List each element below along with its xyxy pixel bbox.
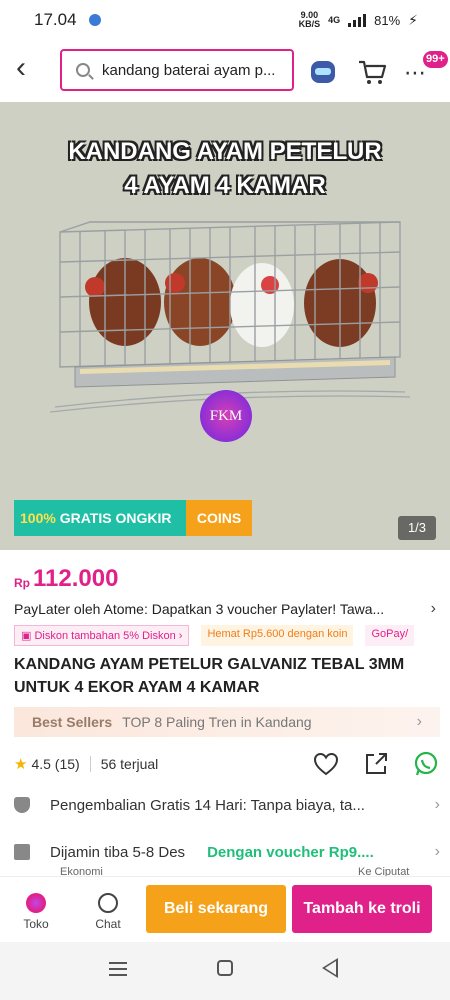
top-header: ‹ kandang baterai ayam p... ⋯ 99+	[0, 40, 450, 102]
status-bar: 17.04 9.00 KB/S 4G 81% ⚡	[0, 0, 450, 40]
store-button[interactable]: Toko	[20, 893, 52, 931]
paylater-row[interactable]: PayLater oleh Atome: Dapatkan 3 voucher …	[14, 600, 436, 618]
star-icon: ★	[14, 756, 28, 773]
bottom-action-bar: Toko Chat Beli sekarang Tambah ke troli	[0, 876, 450, 942]
coins-badge: COINS	[186, 500, 252, 536]
rating-row: ★ 4.5 (15) 56 terjual	[14, 748, 440, 780]
network-type: 4G	[328, 15, 341, 25]
chevron-right-icon: ›	[175, 630, 183, 642]
sold-count: 56 terjual	[100, 756, 159, 772]
chat-button[interactable]: Chat	[92, 893, 124, 931]
heart-icon[interactable]	[312, 750, 340, 778]
delivery-text: Dijamin tiba 5-8 Des	[50, 843, 186, 861]
product-image[interactable]: KANDANG AYAM PETELUR 4 AYAM 4 KAMAR FKM …	[0, 102, 450, 550]
watermark-text: FKM	[209, 408, 243, 424]
buy-now-button[interactable]: Beli sekarang	[146, 885, 286, 933]
add-to-cart-button[interactable]: Tambah ke troli	[292, 885, 432, 933]
chevron-right-icon: ›	[434, 843, 440, 860]
image-title-line1: KANDANG AYAM PETELUR	[68, 138, 382, 165]
charging-icon: ⚡	[408, 11, 418, 28]
system-nav-bar	[0, 942, 450, 1000]
store-logo-icon	[26, 893, 46, 913]
coin-savings-chip[interactable]: Hemat Rp5.600 dengan koin	[201, 625, 354, 646]
status-time: 17.04	[34, 10, 77, 29]
voucher-text: Dengan voucher Rp9....	[207, 843, 374, 861]
image-title-line2: 4 AYAM 4 KAMAR	[124, 172, 326, 199]
extra-discount-text: Diskon tambahan 5% Diskon	[34, 630, 176, 642]
price-value: 112.000	[33, 565, 119, 592]
assistant-robot-icon[interactable]	[311, 61, 335, 83]
currency: Rp	[14, 576, 30, 590]
search-icon	[76, 63, 90, 77]
search-query: kandang baterai ayam p...	[102, 61, 276, 79]
home-icon[interactable]	[217, 960, 233, 976]
free-shipping-badge: 100% GRATIS ONGKIR	[14, 500, 186, 536]
best-sellers-text: TOP 8 Paling Tren in Kandang	[122, 714, 312, 730]
best-sellers-banner[interactable]: Best Sellers TOP 8 Paling Tren in Kandan…	[14, 707, 440, 737]
chevron-right-icon: ›	[430, 600, 436, 617]
chat-label: Chat	[95, 917, 121, 931]
cart-icon[interactable]	[357, 57, 387, 87]
notification-badge: 99+	[423, 51, 448, 68]
chat-icon	[98, 893, 118, 913]
paylater-text: PayLater oleh Atome: Dapatkan 3 voucher …	[14, 601, 385, 617]
rating-value: 4.5 (15)	[31, 756, 80, 772]
image-pager: 1/3	[398, 516, 436, 540]
signal-icon	[348, 13, 367, 27]
free-returns-row[interactable]: Pengembalian Gratis 14 Hari: Tanpa biaya…	[14, 796, 440, 814]
free-shipping-percent: 100%	[20, 510, 56, 526]
gopay-chip[interactable]: GoPay/	[365, 625, 415, 646]
network-speed: 9.00 KB/S	[299, 11, 321, 29]
back-triangle-icon[interactable]	[322, 958, 338, 978]
divider	[89, 756, 91, 772]
free-shipping-text: GRATIS ONGKIR	[55, 510, 172, 526]
fkm-watermark: FKM	[200, 390, 252, 442]
delivery-row[interactable]: Dijamin tiba 5-8 Des Dengan voucher Rp9.…	[14, 843, 440, 861]
product-price: Rp 112.000	[14, 565, 118, 593]
chevron-right-icon: ›	[416, 713, 422, 730]
action-icons	[312, 750, 440, 778]
status-indicators: 9.00 KB/S 4G 81% ⚡	[299, 11, 418, 29]
store-label: Toko	[23, 917, 49, 931]
back-arrow-icon[interactable]: ‹	[16, 53, 46, 84]
delivery-icon	[14, 844, 30, 860]
share-icon[interactable]	[362, 750, 390, 778]
battery-level: 81%	[374, 12, 401, 28]
recent-apps-icon[interactable]	[109, 962, 127, 976]
chevron-right-icon: ›	[434, 796, 440, 813]
network-speed-unit: KB/S	[298, 19, 321, 29]
whatsapp-icon[interactable]	[412, 750, 440, 778]
product-title: KANDANG AYAM PETELUR GALVANIZ TEBAL 3MM …	[14, 656, 405, 696]
shield-icon	[14, 797, 30, 813]
free-returns-text: Pengembalian Gratis 14 Hari: Tanpa biaya…	[50, 796, 365, 814]
app-notification-icon	[88, 14, 101, 26]
search-input[interactable]: kandang baterai ayam p...	[60, 49, 294, 91]
voucher-icon: ▣	[21, 630, 35, 642]
best-sellers-label: Best Sellers	[32, 714, 113, 730]
extra-discount-chip[interactable]: ▣ Diskon tambahan 5% Diskon ›	[14, 625, 190, 646]
discount-chips: ▣ Diskon tambahan 5% Diskon › Hemat Rp5.…	[14, 625, 450, 646]
